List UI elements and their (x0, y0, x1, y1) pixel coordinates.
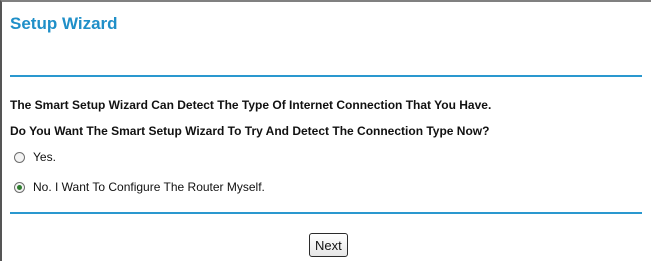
option-yes[interactable]: Yes. (14, 150, 56, 164)
option-no-label: No. I Want To Configure The Router Mysel… (33, 180, 265, 194)
question-line-1: The Smart Setup Wizard Can Detect The Ty… (10, 98, 492, 112)
divider-bottom (10, 212, 642, 214)
divider-top (10, 75, 642, 77)
option-yes-label: Yes. (33, 150, 56, 164)
page-title: Setup Wizard (10, 14, 118, 33)
setup-wizard-panel: Setup Wizard The Smart Setup Wizard Can … (0, 0, 651, 261)
option-no[interactable]: No. I Want To Configure The Router Mysel… (14, 180, 265, 194)
question-line-2: Do You Want The Smart Setup Wizard To Tr… (10, 124, 490, 138)
next-button[interactable]: Next (309, 233, 348, 257)
radio-yes[interactable] (14, 151, 25, 163)
radio-no[interactable] (14, 181, 25, 193)
